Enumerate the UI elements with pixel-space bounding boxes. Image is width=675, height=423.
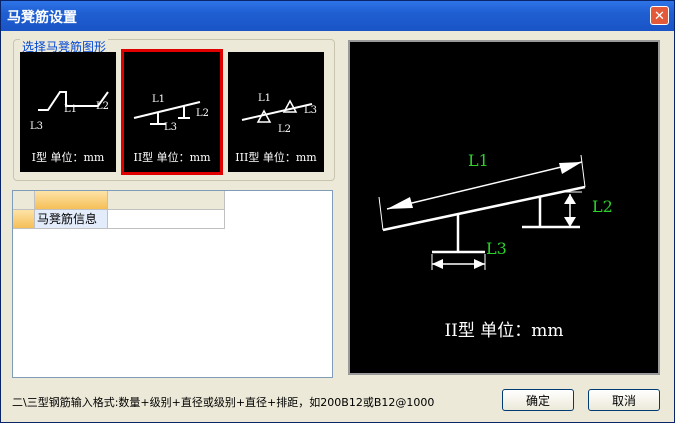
type-3-label-l2: L2 bbox=[278, 124, 291, 135]
grid-row-value-cell[interactable] bbox=[108, 210, 225, 229]
property-grid: 马凳筋信息 bbox=[12, 190, 333, 378]
type-2-label-l1: L1 bbox=[152, 94, 165, 105]
type-1-caption: I型 单位：mm bbox=[31, 151, 105, 164]
type-1-diagram: L1 L2 L3 bbox=[30, 91, 109, 132]
shape-selector-group: 选择马凳筋图形 L1 L2 L3 I型 单位：mm L1 L2 L3 II型 单… bbox=[13, 38, 335, 181]
grid-row-header[interactable] bbox=[13, 210, 35, 229]
shape-option-type-3[interactable]: L1 L3 L2 III型 单位：mm bbox=[228, 52, 324, 172]
preview-label-l1: L1 bbox=[468, 151, 489, 170]
type-3-label-l1: L1 bbox=[258, 93, 271, 104]
preview-caption: II型 单位：mm bbox=[444, 321, 564, 341]
type-1-label-l2: L2 bbox=[96, 101, 109, 112]
type-2-label-l3: L3 bbox=[164, 122, 177, 133]
input-format-hint: 二\三型钢筋输入格式:数量+级别+直径或级别+直径+排距，如200B12或B12… bbox=[12, 396, 435, 409]
close-button[interactable]: ✕ bbox=[650, 6, 669, 25]
preview-label-l3: L3 bbox=[486, 239, 507, 258]
type-1-label-l3: L3 bbox=[30, 121, 43, 132]
type-3-label-l3: L3 bbox=[304, 105, 317, 116]
grid-corner bbox=[13, 191, 35, 210]
grid-row-label: 马凳筋信息 bbox=[35, 210, 108, 229]
type-2-caption: II型 单位：mm bbox=[133, 151, 211, 164]
shape-option-type-2[interactable]: L1 L2 L3 II型 单位：mm bbox=[121, 49, 223, 175]
preview-diagram: L1 L2 L3 bbox=[378, 151, 613, 270]
window-title: 马凳筋设置 bbox=[7, 10, 77, 26]
ok-button[interactable]: 确定 bbox=[502, 389, 574, 411]
cancel-button[interactable]: 取消 bbox=[588, 389, 660, 411]
type-2-label-l2: L2 bbox=[196, 108, 209, 119]
type-3-caption: III型 单位：mm bbox=[235, 151, 317, 164]
type-2-diagram: L1 L2 L3 bbox=[133, 94, 209, 133]
grid-column-header-name[interactable] bbox=[35, 191, 108, 210]
preview-label-l2: L2 bbox=[592, 197, 613, 216]
shape-preview-panel: L1 L2 L3 II型 单位：mm bbox=[348, 40, 660, 375]
type-3-diagram: L1 L3 L2 bbox=[241, 93, 317, 135]
type-1-label-l1: L1 bbox=[64, 104, 77, 115]
shape-option-type-1[interactable]: L1 L2 L3 I型 单位：mm bbox=[20, 52, 116, 172]
title-bar[interactable]: 马凳筋设置 ✕ bbox=[1, 1, 674, 31]
dialog-window: 马凳筋设置 ✕ 选择马凳筋图形 L1 L2 L3 I型 单位：mm L1 L2 … bbox=[0, 0, 675, 423]
grid-column-header-value[interactable] bbox=[108, 191, 225, 210]
